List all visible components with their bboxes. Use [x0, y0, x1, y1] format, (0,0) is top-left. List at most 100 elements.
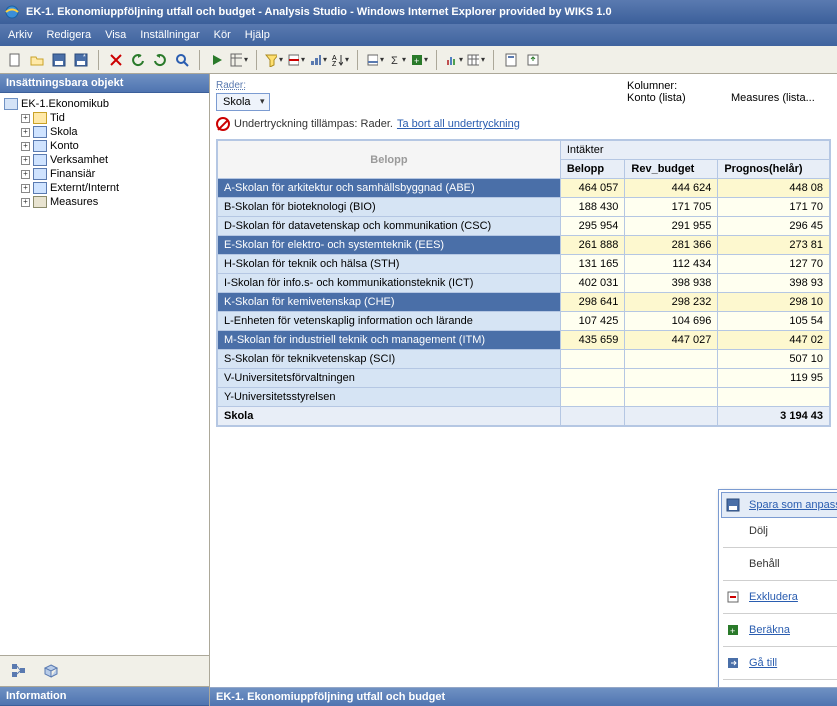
row-label[interactable]: Y-Universitetsstyrelsen [218, 388, 561, 407]
run-icon[interactable] [208, 51, 226, 69]
tree-node-finansiar[interactable]: +Finansiär [2, 167, 207, 181]
tree-node-measures[interactable]: +Measures [2, 195, 207, 209]
redo-icon[interactable] [151, 51, 169, 69]
chart-icon[interactable] [445, 51, 463, 69]
suppress-icon[interactable] [287, 51, 305, 69]
menu-hjalp[interactable]: Hjälp [245, 29, 270, 41]
context-menu-item[interactable]: Behåll [721, 551, 837, 577]
menu-kor[interactable]: Kör [214, 29, 231, 41]
col-header-prognos[interactable]: Prognos(helår) [718, 160, 830, 179]
col-header-belopp[interactable]: Belopp [560, 160, 625, 179]
column-group-header[interactable]: Intäkter [560, 141, 829, 160]
cell-value[interactable]: 298 641 [560, 293, 625, 312]
cell-value[interactable] [625, 350, 718, 369]
open-icon[interactable] [28, 51, 46, 69]
total-label[interactable]: Skola [218, 407, 561, 426]
top-icon[interactable] [309, 51, 327, 69]
row-label[interactable]: V-Universitetsförvaltningen [218, 369, 561, 388]
expand-icon[interactable]: + [21, 170, 30, 179]
context-menu-item[interactable]: Gå till▶ [721, 650, 837, 676]
cell-value[interactable] [718, 388, 830, 407]
undo-icon[interactable] [129, 51, 147, 69]
saveas-icon[interactable]: * [72, 51, 90, 69]
cell-value[interactable]: 464 057 [560, 179, 625, 198]
tree-root[interactable]: EK-1.Ekonomikub [2, 97, 207, 111]
cell-value[interactable]: 444 624 [625, 179, 718, 198]
cell-value[interactable]: 127 70 [718, 255, 830, 274]
cell-value[interactable]: 398 93 [718, 274, 830, 293]
cell-value[interactable]: 261 888 [560, 236, 625, 255]
cell-value[interactable]: 112 434 [625, 255, 718, 274]
cell-value[interactable] [560, 350, 625, 369]
export-icon[interactable] [524, 51, 542, 69]
subtotal-icon[interactable] [366, 51, 384, 69]
cell-value[interactable]: 298 232 [625, 293, 718, 312]
new-icon[interactable] [6, 51, 24, 69]
cell-value[interactable]: 171 705 [625, 198, 718, 217]
table-icon[interactable] [467, 51, 485, 69]
expand-icon[interactable]: + [21, 142, 30, 151]
context-menu-item[interactable]: Spara som anpassad uppsättning... [721, 492, 837, 518]
row-label[interactable]: B-Skolan för bioteknologi (BIO) [218, 198, 561, 217]
row-label[interactable]: H-Skolan för teknik och hälsa (STH) [218, 255, 561, 274]
remove-suppression-link[interactable]: Ta bort all undertryckning [397, 118, 520, 130]
menu-arkiv[interactable]: Arkiv [8, 29, 32, 41]
columns-selector-1[interactable]: Konto (lista) [627, 92, 727, 104]
cell-value[interactable]: 507 10 [718, 350, 830, 369]
col-header-revbudget[interactable]: Rev_budget [625, 160, 718, 179]
context-menu-item[interactable]: Exkludera [721, 584, 837, 610]
menu-installningar[interactable]: Inställningar [140, 29, 199, 41]
cell-value[interactable]: 298 10 [718, 293, 830, 312]
sort-icon[interactable]: AZ [331, 51, 349, 69]
delete-icon[interactable] [107, 51, 125, 69]
pivot-icon[interactable] [230, 51, 248, 69]
cube-view-icon[interactable] [42, 662, 60, 680]
tree-node-verksamhet[interactable]: +Verksamhet [2, 153, 207, 167]
menu-visa[interactable]: Visa [105, 29, 126, 41]
cell-value[interactable]: 131 165 [560, 255, 625, 274]
cell-value[interactable] [625, 369, 718, 388]
cell-value[interactable] [625, 388, 718, 407]
tree-node-externt[interactable]: +Externt/Internt [2, 181, 207, 195]
context-menu-item[interactable]: +Beräkna▶ [721, 617, 837, 643]
cell-value[interactable]: 447 027 [625, 331, 718, 350]
row-label[interactable]: S-Skolan för teknikvetenskap (SCI) [218, 350, 561, 369]
row-label[interactable]: E-Skolan för elektro- och systemteknik (… [218, 236, 561, 255]
cell-value[interactable]: 188 430 [560, 198, 625, 217]
cell-value[interactable]: 402 031 [560, 274, 625, 293]
cell-value[interactable]: 448 08 [718, 179, 830, 198]
filter-icon[interactable] [265, 51, 283, 69]
row-label[interactable]: L-Enheten för vetenskaplig information o… [218, 312, 561, 331]
row-label[interactable]: K-Skolan för kemivetenskap (CHE) [218, 293, 561, 312]
summarize-icon[interactable]: Σ [388, 51, 406, 69]
cell-value[interactable]: 119 95 [718, 369, 830, 388]
row-label[interactable]: I-Skolan för info.s- och kommunikationst… [218, 274, 561, 293]
cell-value[interactable]: 447 02 [718, 331, 830, 350]
expand-icon[interactable]: + [21, 184, 30, 193]
tree-node-konto[interactable]: +Konto [2, 139, 207, 153]
tree-view-icon[interactable] [10, 662, 28, 680]
cell-value[interactable]: 435 659 [560, 331, 625, 350]
cell-value[interactable]: 398 938 [625, 274, 718, 293]
cell-value[interactable]: 104 696 [625, 312, 718, 331]
rows-selector[interactable]: Skola [216, 93, 270, 111]
calculate-icon[interactable]: + [410, 51, 428, 69]
report-icon[interactable] [502, 51, 520, 69]
cell-value[interactable]: 295 954 [560, 217, 625, 236]
columns-selector-2[interactable]: Measures (lista... [731, 92, 831, 104]
tree-node-tid[interactable]: +Tid [2, 111, 207, 125]
search-icon[interactable] [173, 51, 191, 69]
cell-value[interactable]: 281 366 [625, 236, 718, 255]
cell-value[interactable]: 107 425 [560, 312, 625, 331]
cell-value[interactable]: 105 54 [718, 312, 830, 331]
cell-value[interactable] [560, 369, 625, 388]
context-menu-item[interactable]: Dölj [721, 518, 837, 544]
expand-icon[interactable]: + [21, 128, 30, 137]
menu-redigera[interactable]: Redigera [46, 29, 91, 41]
expand-icon[interactable]: + [21, 156, 30, 165]
row-label[interactable]: A-Skolan för arkitektur och samhällsbygg… [218, 179, 561, 198]
cell-value[interactable]: 296 45 [718, 217, 830, 236]
cell-value[interactable]: 273 81 [718, 236, 830, 255]
tree-node-skola[interactable]: +Skola [2, 125, 207, 139]
cell-value[interactable]: 291 955 [625, 217, 718, 236]
